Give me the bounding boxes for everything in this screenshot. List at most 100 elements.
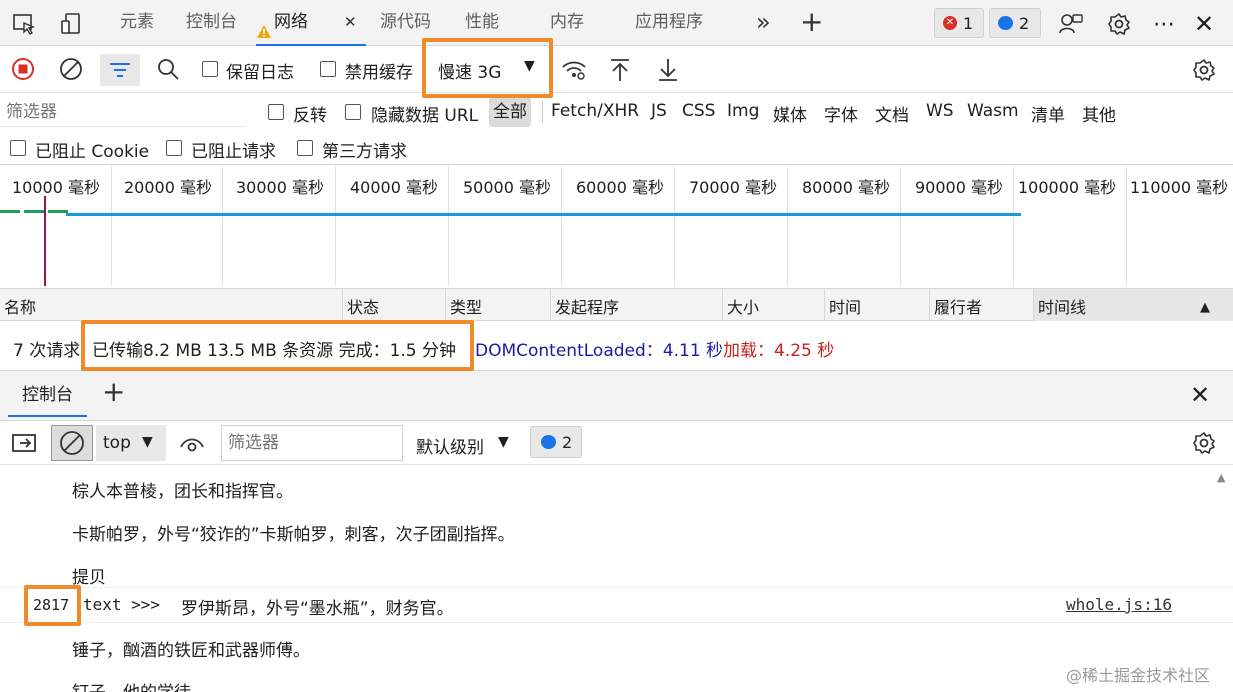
add-tab-icon[interactable]: + (800, 0, 823, 46)
timeline-tick: 40000 毫秒 (336, 166, 449, 286)
tab-memory[interactable]: 内存 (550, 0, 584, 46)
errors-badge[interactable]: ✕ 1 (934, 8, 984, 38)
timeline-bar-green (24, 210, 44, 213)
context-select[interactable]: top ▼ (96, 425, 166, 461)
source-link[interactable]: whole.js:16 (1066, 595, 1172, 614)
search-icon[interactable] (155, 56, 181, 82)
throttling-select[interactable]: 慢速 3G ▼ (430, 50, 548, 90)
blocked-requests-label: 已阻止请求 (191, 142, 276, 162)
transfer-summary: 已传输8.2 MB 13.5 MB 条资源 完成：1.5 分钟 (92, 341, 457, 361)
sort-ascending-icon: ▲ (1200, 300, 1210, 315)
device-emulation-icon[interactable] (58, 10, 86, 38)
timeline-tick: 10000 毫秒 (0, 166, 112, 286)
type-filter-all[interactable]: 全部 (489, 97, 531, 127)
console-filter-input[interactable] (221, 425, 403, 461)
clear-icon[interactable] (58, 56, 84, 82)
close-tab-icon[interactable]: ✕ (344, 0, 357, 44)
tab-performance[interactable]: 性能 (465, 0, 499, 46)
feedback-icon[interactable] (1056, 9, 1086, 39)
console-messages-badge[interactable]: 2 (530, 426, 582, 458)
hide-data-url-checkbox[interactable] (345, 104, 361, 120)
network-conditions-icon[interactable] (560, 56, 588, 84)
type-filter-doc[interactable]: 文档 (875, 101, 909, 126)
timeline-tick: 60000 毫秒 (562, 166, 675, 286)
console-sidebar-icon[interactable] (10, 430, 38, 456)
filter-toggle-icon[interactable] (100, 54, 140, 86)
third-party-checkbox[interactable] (297, 140, 313, 156)
drawer-tab-bar: 控制台 + ✕ (0, 371, 1233, 421)
column-type[interactable]: 类型 (446, 289, 551, 321)
network-overview-timeline[interactable]: 10000 毫秒 20000 毫秒 30000 毫秒 40000 毫秒 5000… (0, 166, 1233, 289)
close-devtools-icon[interactable]: ✕ (1189, 9, 1219, 39)
tab-elements[interactable]: 元素 (120, 0, 154, 46)
drawer-add-tab-icon[interactable]: + (102, 375, 125, 408)
third-party-label: 第三方请求 (322, 142, 407, 162)
type-filter-wasm[interactable]: Wasm (967, 101, 1019, 121)
timeline-tick: 110000 毫秒 (1130, 178, 1229, 197)
column-size[interactable]: 大小 (723, 289, 825, 321)
type-filter-img[interactable]: Img (727, 101, 759, 121)
disable-cache-checkbox[interactable] (320, 61, 336, 77)
blocked-cookies-label: 已阻止 Cookie (35, 142, 150, 162)
request-count: 7 次请求 (13, 341, 81, 361)
watermark: @稀土掘金技术社区 (1066, 666, 1211, 685)
network-filter-bar: 反转 隐藏数据 URL 全部 Fetch/XHR JS CSS Img 媒体 字… (0, 93, 1233, 165)
type-filter-js[interactable]: JS (651, 101, 667, 121)
live-expression-eye-icon[interactable] (178, 431, 206, 457)
column-waterfall[interactable]: 时间线 ▲ (1034, 289, 1233, 321)
scrollbar-up-arrow-icon[interactable]: ▲ (1217, 471, 1225, 484)
blocked-requests-checkbox[interactable] (166, 140, 182, 156)
console-message: 提贝 (72, 568, 106, 588)
tab-application[interactable]: 应用程序 (635, 0, 703, 46)
type-filter-manifest[interactable]: 清单 (1031, 101, 1065, 126)
invert-checkbox[interactable] (268, 104, 284, 120)
type-filter-other[interactable]: 其他 (1082, 101, 1116, 126)
timeline-tick: 50000 毫秒 (449, 166, 562, 286)
log-text: 罗伊斯昂，外号“墨水瓶”，财务官。 (181, 599, 454, 619)
timeline-load-marker (44, 196, 46, 286)
column-fulfilled-by[interactable]: 履行者 (930, 289, 1034, 321)
record-stop-icon[interactable] (10, 56, 36, 82)
preserve-log-checkbox[interactable] (202, 61, 218, 77)
column-name[interactable]: 名称 (0, 289, 343, 321)
export-har-icon[interactable] (654, 56, 682, 84)
type-filter-font[interactable]: 字体 (824, 101, 858, 126)
blocked-cookies-checkbox[interactable] (10, 140, 26, 156)
timeline-bar-green (48, 210, 68, 213)
network-settings-gear-icon[interactable] (1189, 55, 1219, 85)
dom-content-loaded-time: DOMContentLoaded：4.11 秒 (475, 341, 724, 361)
close-drawer-icon[interactable]: ✕ (1190, 381, 1210, 409)
type-filter-css[interactable]: CSS (682, 101, 715, 121)
type-filter-media[interactable]: 媒体 (773, 101, 807, 126)
messages-badge[interactable]: 2 (989, 8, 1041, 38)
tab-network[interactable]: 网络 ✕ (256, 0, 366, 46)
column-initiator[interactable]: 发起程序 (551, 289, 723, 321)
more-tabs-icon[interactable]: » (756, 0, 771, 46)
type-filter-ws[interactable]: WS (926, 101, 954, 121)
hide-data-url-label: 隐藏数据 URL (371, 106, 479, 126)
drawer-tab-console[interactable]: 控制台 (8, 371, 87, 417)
tab-console[interactable]: 控制台 (186, 0, 237, 46)
console-message: 卡斯帕罗，外号“狡诈的”卡斯帕罗，刺客，次子团副指挥。 (72, 525, 515, 545)
network-filter-input[interactable] (0, 97, 246, 127)
inspect-element-icon[interactable] (10, 10, 38, 38)
column-time[interactable]: 时间 (825, 289, 930, 321)
context-value: top (103, 433, 131, 453)
request-table-header: 名称 状态 类型 发起程序 大小 时间 履行者 时间线 ▲ (0, 289, 1233, 321)
console-toolbar: top ▼ 默认级别 ▼ 2 (0, 421, 1233, 465)
devtools-tab-bar: 元素 控制台 网络 ✕ 源代码 性能 内存 应用程序 » + ✕ 1 2 ⋯ ✕ (0, 0, 1233, 46)
network-toolbar: 保留日志 禁用缓存 慢速 3G ▼ (0, 46, 1233, 93)
console-message: 钉子，他的学徒 (0, 678, 1233, 692)
import-har-icon[interactable] (606, 56, 634, 84)
console-settings-gear-icon[interactable] (1189, 428, 1219, 458)
more-options-icon[interactable]: ⋯ (1149, 9, 1179, 39)
timeline-tick: 100000 毫秒 (1014, 166, 1127, 286)
message-icon (541, 435, 556, 449)
settings-gear-icon[interactable] (1104, 9, 1134, 39)
type-filter-fetch-xhr[interactable]: Fetch/XHR (551, 101, 639, 121)
column-status[interactable]: 状态 (343, 289, 446, 321)
log-prefix: text >>> (83, 595, 161, 614)
clear-console-icon[interactable] (51, 425, 93, 461)
tab-sources[interactable]: 源代码 (380, 0, 431, 46)
log-level-select[interactable]: 默认级别 ▼ (410, 425, 520, 461)
